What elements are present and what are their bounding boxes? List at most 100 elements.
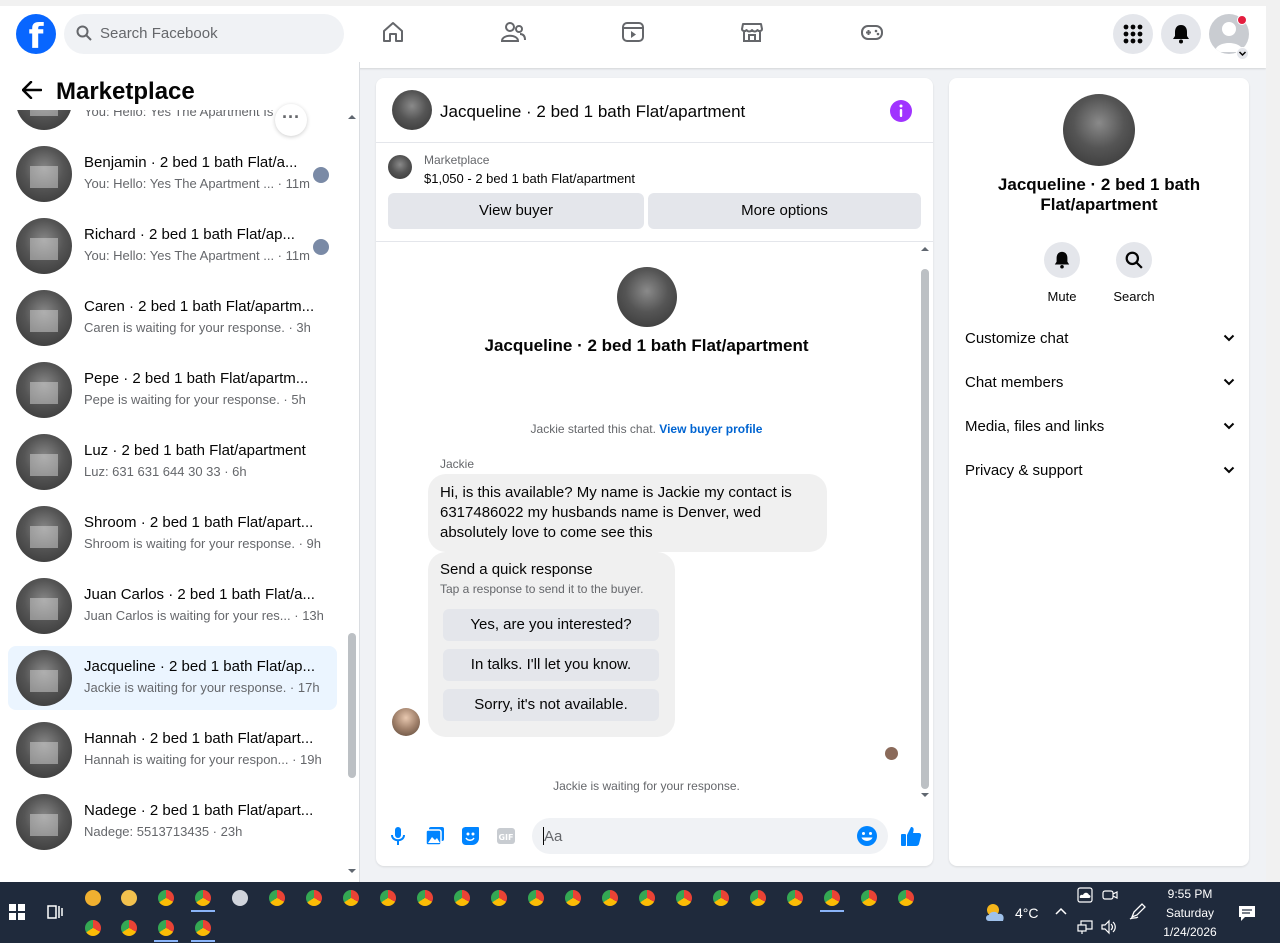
- listing-price-title[interactable]: $1,050 - 2 bed 1 bath Flat/apartment: [424, 171, 635, 186]
- scrollbar-thumb[interactable]: [348, 633, 356, 778]
- search-facebook-input[interactable]: Search Facebook: [64, 14, 344, 54]
- photo-icon[interactable]: [425, 826, 445, 846]
- chat-scrollbar[interactable]: [917, 242, 933, 802]
- conversation-item[interactable]: Nadege · 2 bed 1 bath Flat/apart... Nadeg…: [8, 790, 337, 854]
- clock-date[interactable]: 1/24/2026: [1150, 925, 1230, 939]
- more-options-dots-button[interactable]: ···: [275, 104, 307, 136]
- chat-title[interactable]: Jacqueline · 2 bed 1 bath Flat/apartment: [440, 102, 745, 122]
- quick-reply-button[interactable]: Yes, are you interested?: [443, 609, 659, 641]
- chrome-app-icon[interactable]: [565, 890, 581, 906]
- onedrive-icon[interactable]: [1077, 887, 1093, 903]
- network-icon[interactable]: [1077, 919, 1093, 935]
- scroll-up-icon[interactable]: [920, 246, 930, 252]
- chrome-app-icon[interactable]: [787, 890, 803, 906]
- mute-button[interactable]: Mute: [1026, 242, 1098, 304]
- chrome-app-icon[interactable]: [380, 890, 396, 906]
- conversation-item[interactable]: Juan Carlos · 2 bed 1 bath Flat/a... Juan…: [8, 574, 337, 638]
- account-chevron-icon[interactable]: [1236, 47, 1249, 60]
- pen-icon[interactable]: [1129, 902, 1147, 920]
- chrome-app-icon[interactable]: [491, 890, 507, 906]
- sticker-icon[interactable]: [460, 826, 480, 846]
- copilot-app-icon[interactable]: [85, 890, 101, 906]
- scrollbar-thumb[interactable]: [921, 269, 929, 789]
- chrome-app-icon[interactable]: [639, 890, 655, 906]
- chat-members-section[interactable]: Chat members: [965, 362, 1235, 406]
- buyer-avatar[interactable]: [392, 708, 420, 736]
- chrome-app-icon[interactable]: [195, 890, 211, 906]
- emoji-icon[interactable]: [856, 825, 878, 847]
- chrome-app-icon[interactable]: [454, 890, 470, 906]
- search-chat-button[interactable]: Search: [1098, 242, 1170, 304]
- chrome-app-icon[interactable]: [85, 920, 101, 936]
- chrome-app-icon[interactable]: [195, 920, 211, 936]
- friends-icon[interactable]: [500, 20, 526, 44]
- scroll-down-icon[interactable]: [347, 868, 357, 874]
- chevron-up-icon[interactable]: [1055, 907, 1067, 915]
- conversation-title: Jacqueline · 2 bed 1 bath Flat/apartment: [484, 336, 809, 355]
- volume-icon[interactable]: [1101, 919, 1117, 935]
- chrome-app-icon[interactable]: [121, 920, 137, 936]
- weather-temp[interactable]: 4°C: [1015, 905, 1039, 921]
- incoming-message-bubble[interactable]: Hi, is this available? My name is Jackie…: [428, 474, 827, 552]
- info-icon[interactable]: [890, 100, 912, 122]
- task-view-icon[interactable]: [46, 903, 64, 921]
- chrome-app-icon[interactable]: [750, 890, 766, 906]
- privacy-support-section[interactable]: Privacy & support: [965, 450, 1235, 494]
- menu-button[interactable]: [1113, 14, 1153, 54]
- weather-cloud-icon[interactable]: [983, 901, 1009, 923]
- conversation-item[interactable]: Luz · 2 bed 1 bath Flat/apartment Luz: 63…: [8, 430, 337, 494]
- microphone-icon[interactable]: [390, 826, 406, 846]
- quick-reply-button[interactable]: Sorry, it's not available.: [443, 689, 659, 721]
- listing-thumbnail[interactable]: [392, 90, 432, 130]
- chrome-app-icon[interactable]: [713, 890, 729, 906]
- chrome-app-icon[interactable]: [343, 890, 359, 906]
- quick-reply-button[interactable]: In talks. I'll let you know.: [443, 649, 659, 681]
- chrome-app-icon[interactable]: [602, 890, 618, 906]
- back-arrow-icon[interactable]: [22, 81, 42, 99]
- conversation-item[interactable]: Caren · 2 bed 1 bath Flat/apartm... Caren…: [8, 286, 337, 350]
- notification-center-icon[interactable]: [1238, 904, 1256, 922]
- windows-start-icon[interactable]: [9, 904, 25, 920]
- home-icon[interactable]: [381, 20, 405, 44]
- clock-day[interactable]: Saturday: [1150, 906, 1230, 920]
- meet-now-icon[interactable]: [1102, 887, 1118, 903]
- conversation-item[interactable]: Shroom · 2 bed 1 bath Flat/apart... Shroo…: [8, 502, 337, 566]
- notifications-button[interactable]: [1161, 14, 1201, 54]
- gif-icon[interactable]: GIF: [496, 826, 516, 846]
- facebook-logo[interactable]: f: [16, 14, 56, 54]
- scroll-up-icon[interactable]: [347, 114, 357, 120]
- marketplace-icon[interactable]: [740, 20, 764, 44]
- chat-details-panel: Jacqueline · 2 bed 1 bath Flat/apartment …: [949, 78, 1249, 866]
- media-files-links-section[interactable]: Media, files and links: [965, 406, 1235, 450]
- scroll-down-icon[interactable]: [920, 792, 930, 798]
- message-input[interactable]: Aa: [532, 818, 888, 854]
- conversation-item[interactable]: Jacqueline · 2 bed 1 bath Flat/ap... Jack…: [8, 646, 337, 710]
- chrome-app-icon[interactable]: [269, 890, 285, 906]
- chrome-app-icon[interactable]: [898, 890, 914, 906]
- chrome-app-icon[interactable]: [824, 890, 840, 906]
- conversation-item[interactable]: Benjamin · 2 bed 1 bath Flat/a... You: He…: [8, 142, 337, 206]
- view-buyer-profile-link[interactable]: View buyer profile: [659, 422, 762, 436]
- page-scrollbar[interactable]: [1266, 0, 1280, 882]
- details-title: Jacqueline · 2 bed 1 bath Flat/apartment: [949, 175, 1249, 215]
- conversation-item[interactable]: Richard · 2 bed 1 bath Flat/ap... You: He…: [8, 214, 337, 278]
- chrome-app-icon[interactable]: [306, 890, 322, 906]
- chrome-app-icon[interactable]: [861, 890, 877, 906]
- chrome-app-icon[interactable]: [528, 890, 544, 906]
- chrome-app-icon[interactable]: [158, 890, 174, 906]
- more-options-button[interactable]: More options: [648, 193, 921, 229]
- file-explorer-icon[interactable]: [121, 890, 137, 906]
- view-buyer-button[interactable]: View buyer: [388, 193, 644, 229]
- chrome-app-icon[interactable]: [417, 890, 433, 906]
- app-icon[interactable]: [232, 890, 248, 906]
- customize-chat-section[interactable]: Customize chat: [965, 318, 1235, 362]
- chrome-app-icon[interactable]: [676, 890, 692, 906]
- thumbs-up-icon[interactable]: [900, 825, 922, 847]
- conversation-item[interactable]: Pepe · 2 bed 1 bath Flat/apartm... Pepe i…: [8, 358, 337, 422]
- gaming-icon[interactable]: [860, 20, 884, 44]
- clock-time[interactable]: 9:55 PM: [1150, 887, 1230, 901]
- watch-video-icon[interactable]: [621, 20, 645, 44]
- sidebar-scrollbar[interactable]: [345, 110, 359, 882]
- chrome-app-icon[interactable]: [158, 920, 174, 936]
- conversation-item[interactable]: Hannah · 2 bed 1 bath Flat/apart... Hanna…: [8, 718, 337, 782]
